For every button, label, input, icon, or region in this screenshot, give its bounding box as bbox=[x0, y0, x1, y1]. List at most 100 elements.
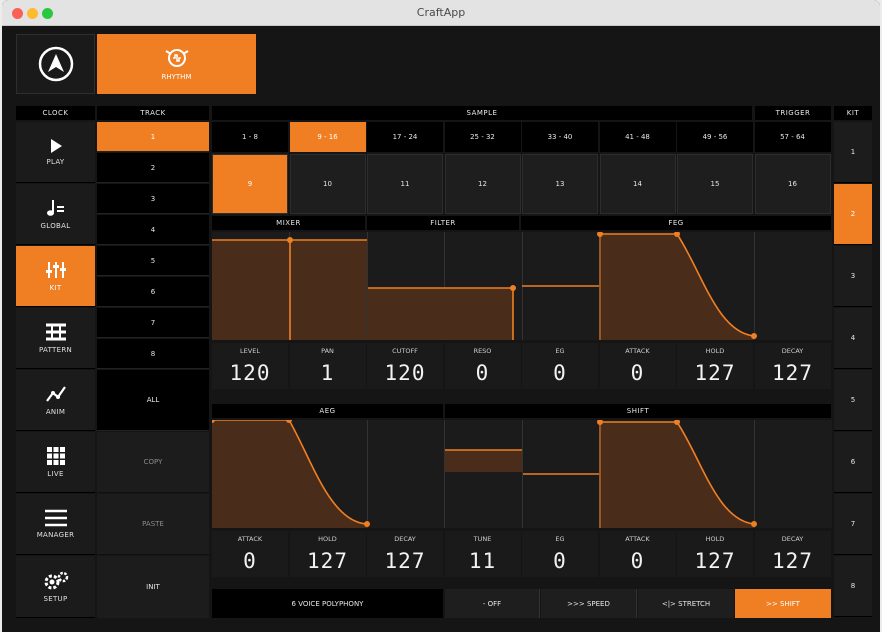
param-value[interactable]: 0 bbox=[212, 547, 288, 575]
mixer-header: MIXER bbox=[212, 216, 365, 230]
tune-bar[interactable] bbox=[445, 450, 522, 472]
level-bar[interactable] bbox=[212, 240, 289, 340]
param-knob[interactable]: PAN 1 bbox=[289, 343, 366, 389]
param-value[interactable]: 127 bbox=[290, 547, 366, 575]
param-value[interactable]: 0 bbox=[522, 547, 598, 575]
sample-pad[interactable]: 14 bbox=[599, 154, 676, 214]
nav-play[interactable]: PLAY bbox=[16, 122, 95, 183]
track-button[interactable]: 1 bbox=[97, 122, 209, 152]
sample-pad[interactable]: 16 bbox=[754, 154, 831, 214]
param-knob[interactable]: TUNE 11 bbox=[444, 531, 521, 577]
track-button[interactable]: 2 bbox=[97, 153, 209, 183]
nav-pattern[interactable]: PATTERN bbox=[16, 308, 95, 369]
sample-pad[interactable]: 11 bbox=[367, 154, 443, 214]
bottom-graphs[interactable] bbox=[212, 420, 832, 528]
param-value[interactable]: 127 bbox=[677, 359, 753, 387]
param-knob[interactable]: CUTOFF 120 bbox=[367, 343, 443, 389]
param-knob[interactable]: LEVEL 120 bbox=[212, 343, 288, 389]
kit-button[interactable]: 7 bbox=[834, 494, 872, 555]
param-label: DECAY bbox=[781, 347, 804, 355]
nav-manager[interactable]: MANAGER bbox=[16, 494, 95, 555]
track-button[interactable]: 8 bbox=[97, 339, 209, 369]
track-button[interactable]: 4 bbox=[97, 215, 209, 245]
param-label: HOLD bbox=[318, 535, 337, 543]
param-knob[interactable]: HOLD 127 bbox=[677, 343, 753, 389]
param-knob[interactable]: DECAY 127 bbox=[754, 343, 831, 389]
copy-button[interactable]: COPY bbox=[97, 432, 209, 493]
nav-global[interactable]: GLOBAL bbox=[16, 184, 95, 245]
trigger-header: TRIGGER bbox=[755, 106, 831, 120]
shift-shift-button[interactable]: >> SHIFT bbox=[735, 589, 831, 618]
nav-live[interactable]: LIVE bbox=[16, 432, 95, 493]
shift-off-button[interactable]: - OFF bbox=[445, 589, 540, 618]
nav-anim[interactable]: ANIM bbox=[16, 370, 95, 431]
track-button[interactable]: 6 bbox=[97, 277, 209, 307]
shift-speed-button[interactable]: >>> SPEED bbox=[541, 589, 637, 618]
bank-tab[interactable]: 25 - 32 bbox=[444, 122, 521, 152]
param-knob[interactable]: EG 0 bbox=[522, 531, 598, 577]
clock-header: CLOCK bbox=[16, 106, 95, 120]
param-value[interactable]: 0 bbox=[600, 359, 676, 387]
param-label: ATTACK bbox=[237, 535, 263, 543]
track-button[interactable]: 7 bbox=[97, 308, 209, 338]
param-value[interactable]: 127 bbox=[367, 547, 443, 575]
nav-setup[interactable]: SETUP bbox=[16, 556, 95, 618]
kit-button[interactable]: 2 bbox=[834, 184, 872, 245]
nav-kit[interactable]: KIT bbox=[16, 246, 95, 307]
nav-label: LIVE bbox=[47, 470, 64, 478]
kit-button[interactable]: 4 bbox=[834, 308, 872, 369]
param-value[interactable]: 1 bbox=[290, 359, 366, 387]
top-graphs[interactable] bbox=[212, 232, 832, 340]
bank-tab[interactable]: 41 - 48 bbox=[599, 122, 676, 152]
kit-button[interactable]: 3 bbox=[834, 246, 872, 307]
param-value[interactable]: 0 bbox=[522, 359, 598, 387]
track-button[interactable]: 5 bbox=[97, 246, 209, 276]
param-value[interactable]: 120 bbox=[367, 359, 443, 387]
window-title: CraftApp bbox=[416, 6, 466, 19]
sample-pad[interactable]: 12 bbox=[444, 154, 521, 214]
param-knob[interactable]: ATTACK 0 bbox=[599, 343, 676, 389]
sample-pad[interactable]: 9 bbox=[212, 154, 288, 214]
param-value[interactable]: 127 bbox=[755, 359, 831, 387]
bank-tab[interactable]: 49 - 56 bbox=[677, 122, 753, 152]
param-value[interactable]: 0 bbox=[445, 359, 521, 387]
filter-area[interactable] bbox=[368, 288, 513, 340]
sample-pad[interactable]: 10 bbox=[289, 154, 366, 214]
param-knob[interactable]: HOLD 127 bbox=[677, 531, 753, 577]
init-button[interactable]: INIT bbox=[97, 556, 209, 618]
param-knob[interactable]: RESO 0 bbox=[444, 343, 521, 389]
param-knob[interactable]: EG 0 bbox=[522, 343, 598, 389]
kit-button[interactable]: 6 bbox=[834, 432, 872, 493]
track-all-button[interactable]: ALL bbox=[97, 370, 209, 431]
nav-label: GLOBAL bbox=[40, 222, 71, 230]
param-value[interactable]: 127 bbox=[755, 547, 831, 575]
param-knob[interactable]: DECAY 127 bbox=[367, 531, 443, 577]
shift-header: SHIFT bbox=[445, 404, 831, 418]
bank-tab[interactable]: 9 - 16 bbox=[289, 122, 366, 152]
nav-label: MANAGER bbox=[36, 531, 75, 539]
paste-button[interactable]: PASTE bbox=[97, 494, 209, 555]
param-value[interactable]: 11 bbox=[445, 547, 521, 575]
param-knob[interactable]: HOLD 127 bbox=[289, 531, 366, 577]
pan-bar[interactable] bbox=[290, 240, 367, 340]
shift-stretch-button[interactable]: <|> STRETCH bbox=[638, 589, 734, 618]
param-knob[interactable]: ATTACK 0 bbox=[212, 531, 288, 577]
param-value[interactable]: 120 bbox=[212, 359, 288, 387]
bank-tab[interactable]: 57 - 64 bbox=[754, 122, 831, 152]
bank-tab[interactable]: 17 - 24 bbox=[367, 122, 443, 152]
kit-button[interactable]: 5 bbox=[834, 370, 872, 431]
param-knob[interactable]: ATTACK 0 bbox=[599, 531, 676, 577]
sample-pad[interactable]: 15 bbox=[677, 154, 753, 214]
param-value[interactable]: 0 bbox=[600, 547, 676, 575]
track-button[interactable]: 3 bbox=[97, 184, 209, 214]
logo-button[interactable] bbox=[16, 34, 95, 94]
sample-pad[interactable]: 13 bbox=[522, 154, 598, 214]
param-value[interactable]: 127 bbox=[677, 547, 753, 575]
param-knob[interactable]: DECAY 127 bbox=[754, 531, 831, 577]
kit-button[interactable]: 8 bbox=[834, 556, 872, 617]
mode-tab-rhythm[interactable]: RHYTHM bbox=[97, 34, 256, 94]
bank-tab[interactable]: 1 - 8 bbox=[212, 122, 288, 152]
aeg-header: AEG bbox=[212, 404, 443, 418]
bank-tab[interactable]: 33 - 40 bbox=[522, 122, 598, 152]
kit-button[interactable]: 1 bbox=[834, 122, 872, 183]
